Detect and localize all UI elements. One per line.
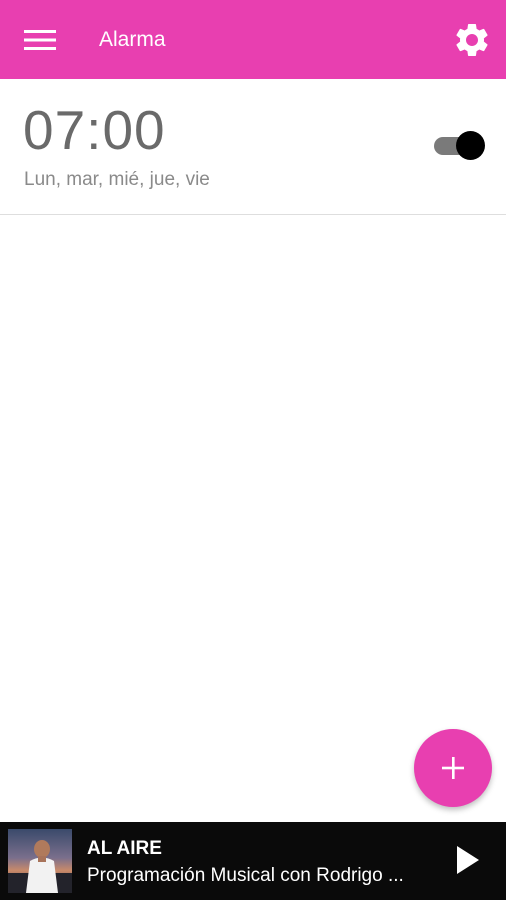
app-toolbar: Alarma bbox=[0, 0, 506, 79]
menu-button[interactable] bbox=[0, 0, 80, 79]
alarm-time[interactable]: 07:00 bbox=[23, 97, 166, 163]
alarm-screen: Alarma 07:00 Lun, mar, mié, jue, vie AL … bbox=[0, 0, 506, 900]
plus-icon bbox=[442, 757, 464, 779]
player-subtitle: Programación Musical con Rodrigo ... bbox=[87, 865, 404, 886]
radio-player-bar[interactable]: AL AIRE Programación Musical con Rodrigo… bbox=[0, 822, 506, 900]
gear-icon bbox=[456, 23, 488, 56]
play-icon bbox=[457, 846, 479, 874]
settings-button[interactable] bbox=[446, 14, 498, 66]
play-button[interactable] bbox=[446, 838, 490, 882]
add-alarm-button[interactable] bbox=[414, 729, 492, 807]
player-thumbnail bbox=[8, 829, 72, 893]
alarm-item[interactable]: 07:00 Lun, mar, mié, jue, vie bbox=[0, 79, 506, 215]
page-title: Alarma bbox=[99, 28, 166, 51]
hamburger-menu-icon bbox=[24, 29, 56, 50]
alarm-days: Lun, mar, mié, jue, vie bbox=[24, 169, 210, 190]
player-title: AL AIRE bbox=[87, 838, 162, 859]
alarm-toggle[interactable] bbox=[432, 131, 486, 161]
toggle-thumb bbox=[456, 131, 485, 160]
